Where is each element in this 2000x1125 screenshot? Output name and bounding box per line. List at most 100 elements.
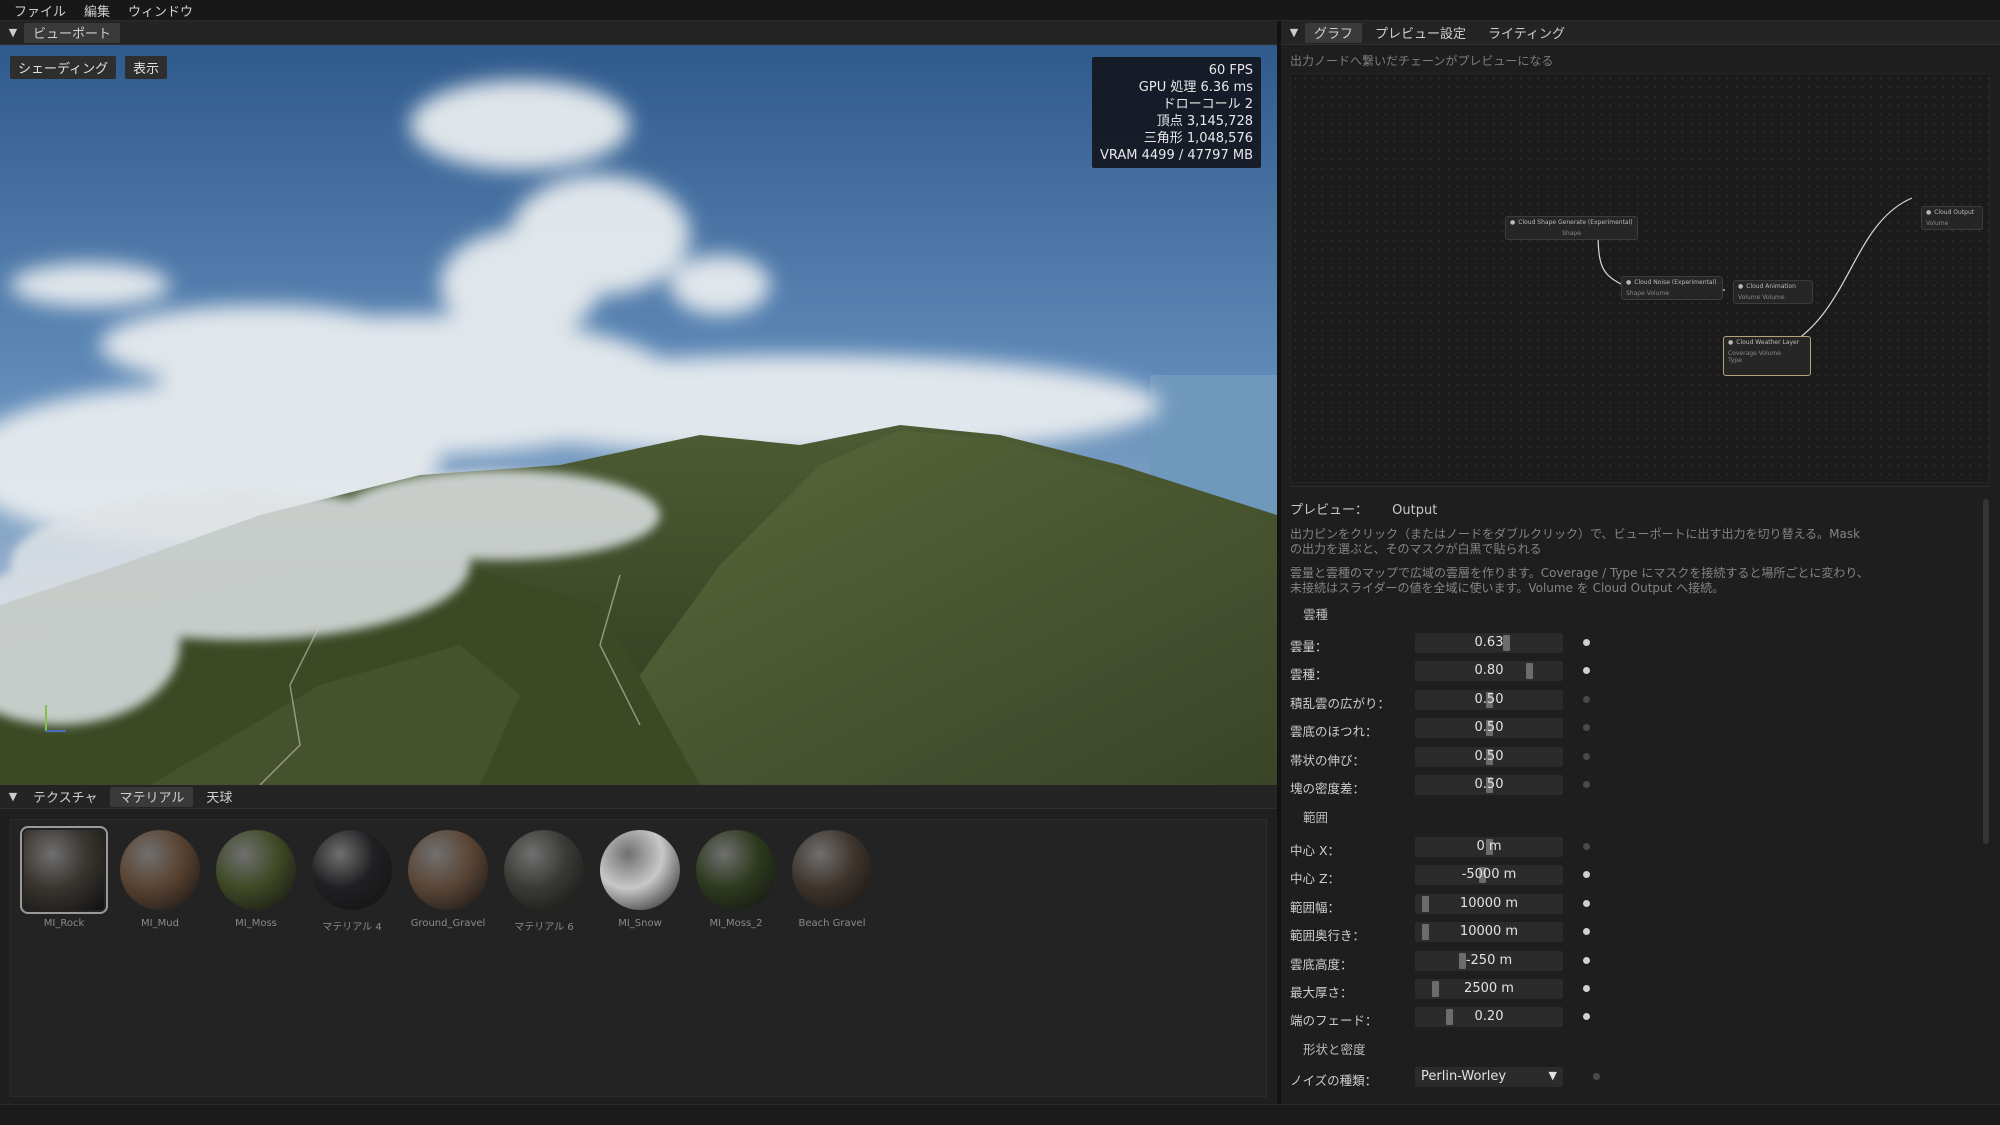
- pin-dot-icon[interactable]: [1583, 985, 1590, 992]
- collapse-triangle-icon[interactable]: ▼: [1287, 23, 1301, 43]
- noise-type-select[interactable]: Perlin-Worley ▼: [1415, 1067, 1563, 1087]
- node-graph-canvas[interactable]: ● Cloud Shape Generate (Experimental) Sha…: [1290, 73, 1990, 483]
- property-label: 中心 X：: [1290, 843, 1341, 858]
- pin-dot-icon[interactable]: [1583, 1013, 1590, 1021]
- node-pin-icon: ●: [1926, 209, 1932, 216]
- property-slider[interactable]: -5000 m: [1415, 865, 1563, 886]
- dropdown-arrow-icon: ▼: [1548, 1069, 1557, 1082]
- pin-dot-icon[interactable]: [1583, 956, 1590, 964]
- material-name: Ground_Gravel: [410, 918, 486, 929]
- property-row: 雲底高度： -250 m: [1290, 950, 1990, 973]
- pin-dot-icon[interactable]: [1583, 871, 1590, 879]
- section-shape-density[interactable]: 形状と密度: [1303, 1039, 1366, 1058]
- viewport[interactable]: シェーディング 表示 60 FPS GPU 処理 6.36 ms ドローコール …: [0, 45, 1277, 785]
- material-item[interactable]: MI_Moss: [213, 830, 299, 929]
- property-row: 帯状の伸び： 0.50: [1290, 746, 1990, 769]
- node-cloud-animation[interactable]: ● Cloud Animation Volume Volume: [1733, 280, 1813, 304]
- tab-textures[interactable]: テクスチャ: [24, 787, 106, 807]
- pin-dot-icon[interactable]: [1583, 667, 1590, 675]
- pin-dot-icon[interactable]: [1583, 639, 1590, 646]
- property-value: 0.50: [1474, 777, 1504, 792]
- property-label: 帯状の伸び：: [1290, 752, 1366, 768]
- pin-dot-icon[interactable]: [1583, 724, 1590, 732]
- preview-label: プレビュー：: [1290, 503, 1369, 518]
- asset-panel: ▼ テクスチャ マテリアル 天球 MI_Rock MI_Mud MI_Moss マテリ…: [0, 785, 1277, 1104]
- tab-skydome[interactable]: 天球: [197, 787, 241, 807]
- property-slider[interactable]: 0.50: [1415, 775, 1563, 795]
- material-preview-sphere: [600, 830, 680, 910]
- axis-gizmo-icon: [45, 705, 66, 732]
- property-value: 0.50: [1474, 691, 1504, 707]
- pin-dot-icon[interactable]: [1583, 752, 1590, 760]
- pin-dot-icon[interactable]: [1593, 1073, 1600, 1080]
- tab-viewport[interactable]: ビューポート: [24, 22, 121, 43]
- menu-file[interactable]: ファイル: [14, 1, 66, 20]
- shading-button[interactable]: シェーディング: [10, 56, 117, 79]
- material-item[interactable]: MI_Moss_2: [693, 830, 779, 929]
- stat-gpu: GPU 処理 6.36 ms: [1138, 80, 1253, 95]
- property-label: 範囲奥行き：: [1290, 928, 1366, 944]
- material-item[interactable]: マテリアル 6: [501, 830, 587, 933]
- property-slider[interactable]: 10000 m: [1415, 893, 1563, 914]
- material-name: マテリアル 4: [322, 922, 382, 933]
- property-slider[interactable]: 0.63: [1415, 633, 1563, 653]
- property-row: 雲底のほつれ： 0.50: [1290, 718, 1990, 740]
- tab-graph[interactable]: グラフ: [1305, 22, 1363, 43]
- section-range[interactable]: 範囲: [1303, 807, 1328, 826]
- property-slider[interactable]: 0.50: [1415, 746, 1563, 767]
- property-value: 0.50: [1474, 748, 1504, 764]
- pin-dot-icon[interactable]: [1583, 781, 1590, 788]
- menu-edit[interactable]: 編集: [84, 1, 110, 20]
- property-slider[interactable]: -250 m: [1415, 950, 1563, 971]
- property-value: -250 m: [1465, 952, 1513, 968]
- property-slider[interactable]: 0.80: [1415, 661, 1563, 682]
- material-item[interactable]: マテリアル 4: [309, 830, 395, 933]
- stat-vertices: 頂点 3,145,728: [1156, 114, 1253, 129]
- material-item[interactable]: Beach Gravel: [789, 830, 875, 929]
- property-label: 雲底のほつれ：: [1290, 724, 1378, 740]
- property-slider[interactable]: 2500 m: [1415, 979, 1563, 999]
- inspector-panel: ▼ グラフ プレビュー設定 ライティング 出力ノードへ繋いだチェーンがプレビュー…: [1281, 21, 2000, 1104]
- tab-preview-settings[interactable]: プレビュー設定: [1366, 23, 1475, 43]
- pin-dot-icon[interactable]: [1583, 928, 1590, 936]
- pin-dot-icon[interactable]: [1583, 899, 1590, 907]
- node-cloud-weather-layer[interactable]: ● Cloud Weather Layer Coverage Volume Typ…: [1723, 336, 1811, 376]
- material-item[interactable]: MI_Rock: [20, 826, 108, 929]
- pin-dot-icon[interactable]: [1583, 843, 1590, 850]
- property-row: 範囲幅： 10000 m: [1290, 893, 1990, 916]
- property-slider[interactable]: 10000 m: [1415, 922, 1563, 943]
- property-value: 0 m: [1476, 839, 1502, 854]
- property-label: 積乱雲の広がり：: [1290, 695, 1391, 711]
- pin-dot-icon[interactable]: [1583, 695, 1590, 703]
- tab-lighting[interactable]: ライティング: [1479, 23, 1574, 43]
- property-row: 中心 X： 0 m: [1290, 837, 1990, 859]
- tab-materials[interactable]: マテリアル: [110, 786, 194, 807]
- property-value: -5000 m: [1461, 867, 1517, 883]
- collapse-triangle-icon[interactable]: ▼: [6, 23, 20, 43]
- property-label: 範囲幅：: [1290, 899, 1341, 915]
- display-button[interactable]: 表示: [125, 56, 168, 79]
- property-label: 中心 Z：: [1290, 871, 1341, 887]
- material-item[interactable]: Ground_Gravel: [405, 830, 491, 929]
- weather-layer-description: 雲量と雲種のマップで広域の雲層を作ります。Coverage / Type にマス…: [1290, 566, 1869, 595]
- section-cloud-type[interactable]: 雲種: [1303, 604, 1328, 623]
- property-slider[interactable]: 0 m: [1415, 837, 1563, 857]
- property-value: 10000 m: [1459, 895, 1519, 911]
- property-row: 雲量： 0.63: [1290, 633, 1990, 655]
- node-cloud-output[interactable]: ● Cloud Output Volume: [1921, 206, 1983, 230]
- property-slider[interactable]: 0.50: [1415, 689, 1563, 710]
- node-cloud-noise[interactable]: ● Cloud Noise (Experimental) Shape Volume: [1621, 276, 1723, 300]
- noise-type-label: ノイズの種類：: [1290, 1073, 1378, 1088]
- property-slider[interactable]: 0.50: [1415, 718, 1563, 739]
- material-preview-sphere: [504, 830, 584, 910]
- menu-window[interactable]: ウィンドウ: [128, 1, 193, 20]
- node-cloud-shape-generate[interactable]: ● Cloud Shape Generate (Experimental) Sha…: [1505, 216, 1638, 240]
- status-bar: [0, 1104, 2000, 1125]
- collapse-triangle-icon[interactable]: ▼: [6, 787, 20, 807]
- viewport-tabbar: ▼ ビューポート: [0, 21, 1277, 45]
- material-name: MI_Moss_2: [709, 918, 763, 929]
- material-item[interactable]: MI_Snow: [597, 830, 683, 929]
- property-value: 10000 m: [1459, 924, 1519, 940]
- property-slider[interactable]: 0.20: [1415, 1007, 1563, 1028]
- material-item[interactable]: MI_Mud: [117, 830, 203, 929]
